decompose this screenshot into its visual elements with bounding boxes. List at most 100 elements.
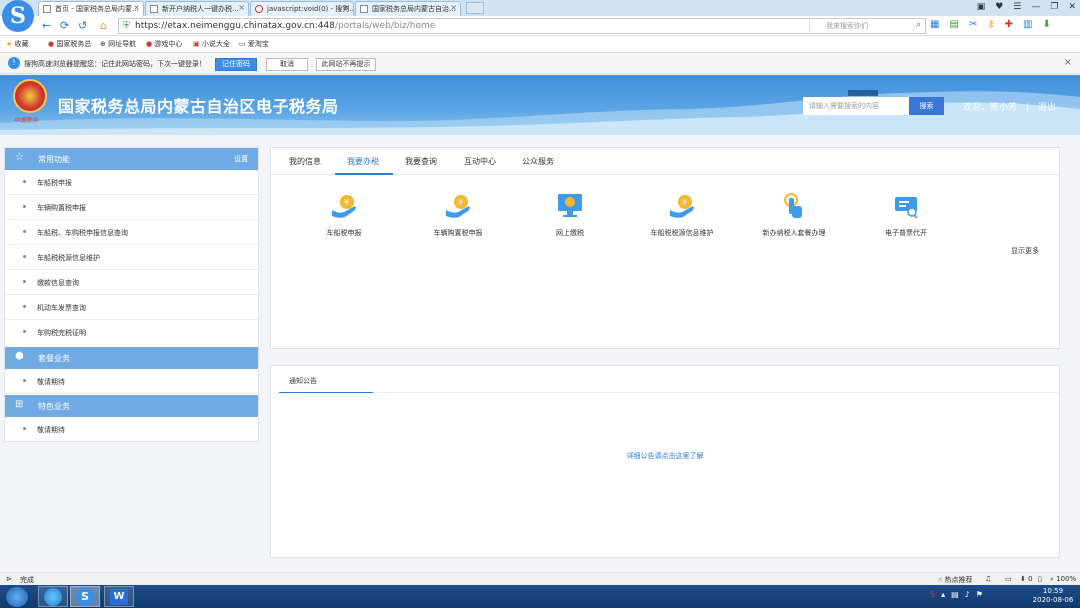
bookmark-item[interactable]: ▭ 爱淘宝 <box>239 39 269 49</box>
screen-icon[interactable]: ▭ <box>1005 575 1012 583</box>
star-icon: ★ <box>6 40 13 48</box>
address-bar[interactable]: ⛨ https://etax.neimenggu.chinatax.gov.cn… <box>118 18 926 34</box>
taskbar-app-wps[interactable]: W <box>104 586 134 607</box>
tab-my-info[interactable]: 我的信息 <box>289 156 321 167</box>
tray-chevron-icon[interactable]: ▴ <box>941 590 945 599</box>
service-tax-source-maintenance[interactable]: ¥ 车船税税源信息维护 <box>627 192 737 238</box>
taskbar-app-sogou[interactable]: S <box>70 586 100 607</box>
minimize-icon[interactable]: — <box>1031 2 1040 12</box>
back-icon[interactable]: ← <box>42 19 51 32</box>
site-search-button[interactable]: 搜索 <box>909 97 944 115</box>
sidebar-section-package[interactable]: ⬢ 套餐业务 <box>5 347 258 369</box>
svg-text:¥: ¥ <box>344 198 349 207</box>
sidebar-item[interactable]: 车购税完税证明 <box>5 320 258 345</box>
sogou-input-icon[interactable]: S <box>930 590 935 599</box>
translate-icon[interactable]: ▤ <box>949 19 958 30</box>
tab-notice[interactable]: 通知公告 <box>289 376 317 386</box>
sidebar-section-common[interactable]: ☆ 常用功能 设置 <box>5 148 258 170</box>
restore-icon[interactable]: ❐ <box>1050 2 1058 12</box>
home-icon[interactable]: ⌂ <box>100 19 107 32</box>
close-icon[interactable]: × <box>238 3 245 12</box>
game-icon[interactable]: ✚ <box>1005 19 1013 30</box>
sidebar-item[interactable]: 车船税、车购税申报信息查询 <box>5 220 258 245</box>
close-icon[interactable]: × <box>133 3 140 12</box>
tab-interaction[interactable]: 互动中心 <box>464 156 496 167</box>
sogou-icon: S <box>76 588 94 606</box>
download-icon[interactable]: ⬇ <box>1042 19 1050 30</box>
menu-icon[interactable]: ☰ <box>1013 2 1021 12</box>
bookmark-favorites[interactable]: ★ 收藏 <box>6 39 29 49</box>
shield-icon: ⛨ <box>123 21 130 31</box>
browser-tab-bar: 首页 - 国家税务总局内蒙... × 新开户纳税人一键办税... × javas… <box>0 0 1080 16</box>
flag-icon[interactable]: ⚑ <box>976 590 983 599</box>
speaker-icon[interactable]: ♪ <box>965 590 970 599</box>
page-icon <box>360 5 368 13</box>
bookmark-item[interactable]: ⊕ 网址导航 <box>100 39 136 49</box>
close-icon[interactable]: × <box>343 3 350 12</box>
notice-detail-link[interactable]: 详细公告请点击这里了解 <box>271 451 1059 461</box>
browser-nav-bar: ← ⟳ ↺ ⌂ ⛨ https://etax.neimenggu.chinata… <box>0 16 1080 36</box>
sidebar-item[interactable]: 敬请期待 <box>5 417 258 442</box>
never-remind-button[interactable]: 此网站不再提示 <box>316 58 376 71</box>
cancel-button[interactable]: 取消 <box>266 58 308 71</box>
screenshot-icon[interactable]: ✂ <box>969 19 977 30</box>
browser-status-bar: ⊳ 完成 ☝ 热点推荐 ♫ ▭ ⬇ 0 ▯ ⌕ 100% <box>0 572 1080 585</box>
new-tab-button[interactable] <box>466 2 484 14</box>
service-purchase-tax[interactable]: ¥ 车辆购置税申报 <box>403 192 513 238</box>
zoom-level[interactable]: ⌕ 100% <box>1050 575 1076 584</box>
browser-tab[interactable]: 新开户纳税人一键办税... × <box>145 1 249 16</box>
grid-icon[interactable]: ▥ <box>1023 19 1032 30</box>
touch-icon <box>779 192 809 220</box>
tab-query[interactable]: 我要查询 <box>405 156 437 167</box>
remember-password-button[interactable]: 记住密码 <box>215 58 257 71</box>
browser-tab[interactable]: 首页 - 国家税务总局内蒙... × <box>38 1 144 16</box>
ie-icon <box>44 588 62 606</box>
sidebar-item[interactable]: 车船税申报 <box>5 170 258 195</box>
settings-link[interactable]: 设置 <box>234 154 248 164</box>
search-icon[interactable]: ⌕ <box>916 20 921 30</box>
skin-icon[interactable]: ▣ <box>977 2 986 12</box>
close-icon[interactable]: × <box>450 3 457 12</box>
download-count[interactable]: ⬇ 0 <box>1020 575 1033 583</box>
logout-link[interactable]: 退出 <box>1038 103 1056 113</box>
bookmark-item[interactable]: ● 国家税务总 <box>48 39 91 49</box>
sidebar-item[interactable]: 敬请期待 <box>5 369 258 394</box>
tab-public-service[interactable]: 公众服务 <box>522 156 554 167</box>
svg-text:¥: ¥ <box>682 198 687 207</box>
hand-coin-icon: ¥ <box>443 192 473 220</box>
url-text: https://etax.neimenggu.chinatax.gov.cn:4… <box>135 21 436 31</box>
bookmark-item[interactable]: ▣ 小说大全 <box>193 39 230 49</box>
mobile-icon[interactable]: ▯ <box>1038 575 1042 583</box>
key-icon[interactable]: ⚷ <box>987 19 994 30</box>
bookmark-item[interactable]: ● 游戏中心 <box>146 39 182 49</box>
sidebar-item[interactable]: 缴款信息查询 <box>5 270 258 295</box>
browser-search-input[interactable]: 我来搜索你们 <box>809 20 919 32</box>
undo-icon[interactable]: ↺ <box>78 19 87 32</box>
show-more-link[interactable]: 显示更多 <box>1011 246 1039 256</box>
network-icon[interactable]: ▤ <box>951 590 959 599</box>
tab-tax-handling[interactable]: 我要办税 <box>347 156 379 167</box>
sidebar-item[interactable]: 车船税税源信息维护 <box>5 245 258 270</box>
sidebar-item[interactable]: 机动车发票查询 <box>5 295 258 320</box>
sidebar-section-special[interactable]: ⊞ 特色业务 <box>5 395 258 417</box>
service-online-payment[interactable]: 网上缴税 <box>515 192 625 238</box>
service-new-taxpayer-package[interactable]: 新办纳税人套餐办理 <box>739 192 849 238</box>
service-e-invoice[interactable]: 电子普票代开 <box>851 192 961 238</box>
extension-icon[interactable]: ▦ <box>930 19 939 30</box>
service-vessel-tax[interactable]: ¥ 车船税申报 <box>289 192 399 238</box>
heart-icon[interactable]: ♥ <box>995 2 1003 12</box>
volume-icon[interactable]: ♫ <box>985 575 991 583</box>
refresh-icon[interactable]: ⟳ <box>60 19 69 32</box>
browser-tab[interactable]: javascript:void(0) - 搜狗... × <box>250 1 354 16</box>
book-icon: ▣ <box>193 40 200 48</box>
sidebar-item[interactable]: 车辆购置税申报 <box>5 195 258 220</box>
system-clock[interactable]: 10:59 2020-08-06 <box>1030 587 1076 605</box>
hand-coin-icon: ¥ <box>667 192 697 220</box>
hot-news-link[interactable]: ☝ 热点推荐 <box>938 575 973 585</box>
start-button[interactable] <box>6 587 28 607</box>
taskbar-app-browser[interactable] <box>38 586 68 607</box>
close-icon[interactable]: × <box>1064 57 1072 68</box>
close-window-icon[interactable]: ✕ <box>1068 2 1076 12</box>
site-search-input[interactable]: 请输入需要搜索的内容 <box>803 97 909 115</box>
browser-tab[interactable]: 国家税务总局内蒙古自治... × <box>355 1 461 16</box>
